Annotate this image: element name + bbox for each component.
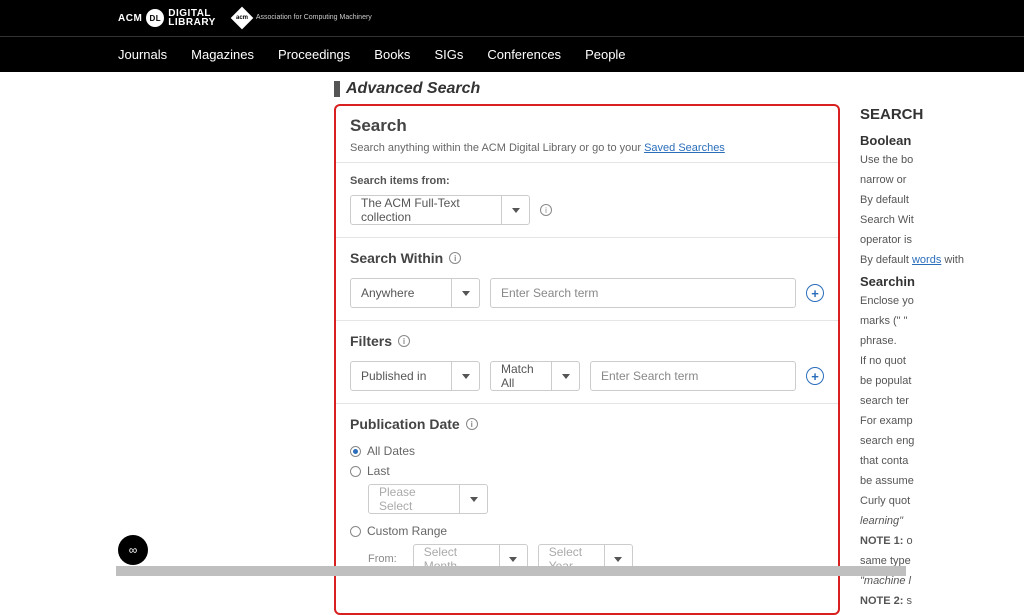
chevron-down-icon[interactable] <box>459 485 487 513</box>
tips-text: If no quot <box>860 355 1010 367</box>
search-within-input[interactable] <box>490 278 796 308</box>
title-bar-icon <box>334 81 340 97</box>
search-within-select[interactable]: Anywhere <box>350 278 480 308</box>
tips-text: narrow or <box>860 174 1010 186</box>
tips-text: For examp <box>860 415 1010 427</box>
chevron-down-icon[interactable] <box>451 362 479 390</box>
saved-searches-link[interactable]: Saved Searches <box>644 142 725 154</box>
tips-text: "machine l <box>860 575 1010 587</box>
search-heading: Search <box>350 116 824 136</box>
filter-field-select[interactable]: Published in <box>350 361 480 391</box>
tips-text: Curly quot <box>860 495 1010 507</box>
tips-text: NOTE 1: o <box>860 535 1010 547</box>
info-icon[interactable]: i <box>466 418 478 430</box>
tips-text: operator is <box>860 234 1010 246</box>
page-title: Advanced Search <box>346 80 480 98</box>
tips-text: be populat <box>860 375 1010 387</box>
tips-text: Search Wit <box>860 214 1010 226</box>
dl-circle-icon: DL <box>146 9 164 27</box>
acm-org-logo[interactable]: acm Association for Computing Machinery <box>234 10 372 26</box>
radio-all-dates[interactable] <box>350 446 361 457</box>
nav-proceedings[interactable]: Proceedings <box>278 47 350 62</box>
acm-dl-logo[interactable]: ACM DL DIGITAL LIBRARY <box>118 9 216 27</box>
all-dates-label: All Dates <box>367 444 415 458</box>
chevron-down-icon[interactable] <box>501 196 529 224</box>
acm-text: ACM <box>118 13 142 24</box>
filter-match-value: Match All <box>491 362 551 390</box>
tips-text: By default words with <box>860 254 1010 266</box>
search-subtext: Search anything within the ACM Digital L… <box>350 142 824 154</box>
last-label: Last <box>367 464 390 478</box>
primary-nav: Journals Magazines Proceedings Books SIG… <box>0 36 1024 72</box>
tips-text: By default <box>860 194 1010 206</box>
nav-sigs[interactable]: SIGs <box>434 47 463 62</box>
tips-text: Enclose yo <box>860 295 1010 307</box>
pubdate-title: Publication Date <box>350 416 460 432</box>
nav-books[interactable]: Books <box>374 47 410 62</box>
search-within-value: Anywhere <box>351 286 451 300</box>
top-bar: ACM DL DIGITAL LIBRARY acm Association f… <box>0 0 1024 36</box>
add-filter-button[interactable]: + <box>806 367 824 385</box>
acm-diamond-icon: acm <box>231 7 254 30</box>
tips-text: search ter <box>860 395 1010 407</box>
search-form-card: Search Search anything within the ACM Di… <box>334 104 840 615</box>
bottom-shadow <box>116 566 906 576</box>
tips-text: marks (" " <box>860 315 1010 327</box>
tips-text: search eng <box>860 435 1010 447</box>
radio-last[interactable] <box>350 466 361 477</box>
boolean-heading: Boolean <box>860 133 1010 148</box>
search-items-from-select[interactable]: The ACM Full-Text collection <box>350 195 530 225</box>
accessibility-widget-button[interactable]: ∞ <box>118 535 148 565</box>
chevron-down-icon[interactable] <box>551 362 579 390</box>
acm-org-text: Association for Computing Machinery <box>256 14 372 22</box>
last-period-value: Please Select <box>369 485 459 513</box>
custom-range-label: Custom Range <box>367 524 447 538</box>
library-text: LIBRARY <box>168 18 216 27</box>
tips-text: Use the bo <box>860 154 1010 166</box>
info-icon[interactable]: i <box>540 204 552 216</box>
tips-text: learning" <box>860 515 1010 527</box>
page-title-row: Advanced Search <box>334 72 1010 104</box>
add-search-term-button[interactable]: + <box>806 284 824 302</box>
filters-title: Filters <box>350 333 392 349</box>
chevron-down-icon[interactable] <box>451 279 479 307</box>
info-icon[interactable]: i <box>398 335 410 347</box>
filter-match-select[interactable]: Match All <box>490 361 580 391</box>
filter-field-value: Published in <box>351 369 451 383</box>
from-label: From: <box>368 553 397 565</box>
nav-journals[interactable]: Journals <box>118 47 167 62</box>
search-items-from-value: The ACM Full-Text collection <box>351 196 501 224</box>
tips-text: be assume <box>860 475 1010 487</box>
tips-text: phrase. <box>860 335 1010 347</box>
last-period-select[interactable]: Please Select <box>368 484 488 514</box>
search-tips-panel: SEARCH Boolean Use the bo narrow or By d… <box>860 104 1010 615</box>
filter-term-input[interactable] <box>590 361 796 391</box>
search-within-title: Search Within <box>350 250 443 266</box>
tips-text: that conta <box>860 455 1010 467</box>
nav-magazines[interactable]: Magazines <box>191 47 254 62</box>
accessibility-icon: ∞ <box>129 543 138 557</box>
tips-heading: SEARCH <box>860 106 1010 123</box>
searching-heading: Searchin <box>860 274 1010 289</box>
nav-people[interactable]: People <box>585 47 625 62</box>
stop-words-link[interactable]: words <box>912 254 941 266</box>
tips-text: NOTE 2: s <box>860 595 1010 607</box>
info-icon[interactable]: i <box>449 252 461 264</box>
radio-custom-range[interactable] <box>350 526 361 537</box>
search-items-from-label: Search items from: <box>350 175 824 187</box>
nav-conferences[interactable]: Conferences <box>487 47 561 62</box>
